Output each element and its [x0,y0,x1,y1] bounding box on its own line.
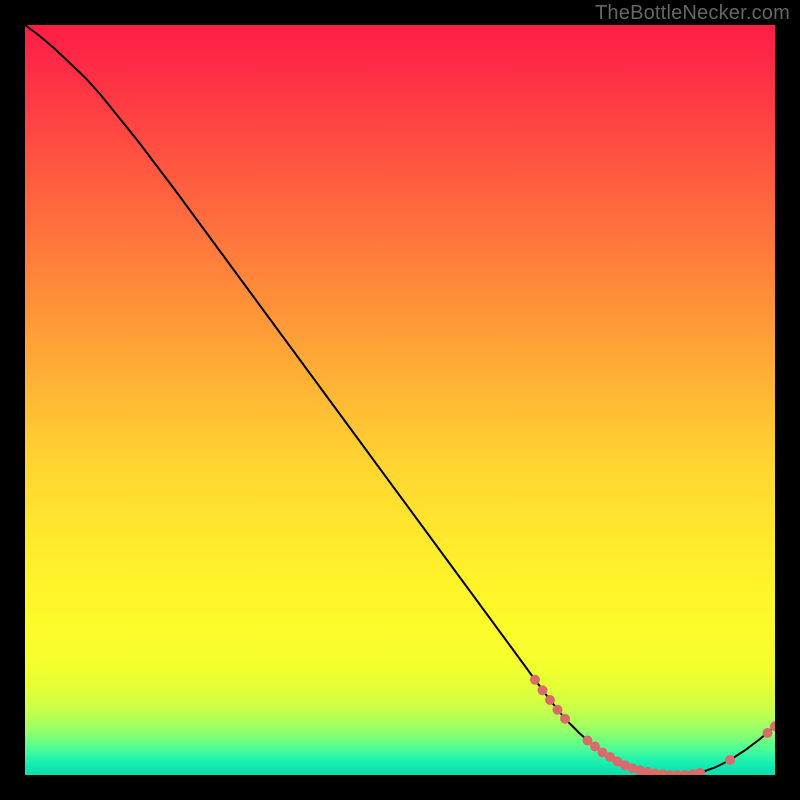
data-marker [560,714,570,724]
data-marker [530,675,540,685]
plot-area [25,25,775,775]
bottleneck-chart [25,25,775,775]
data-marker [725,755,735,765]
watermark-text: TheBottleNecker.com [595,2,790,25]
data-marker [538,685,548,695]
chart-container: TheBottleNecker.com [0,0,800,800]
data-marker [763,728,773,738]
data-marker [545,695,555,705]
data-marker [553,705,563,715]
gradient-background [25,25,775,775]
